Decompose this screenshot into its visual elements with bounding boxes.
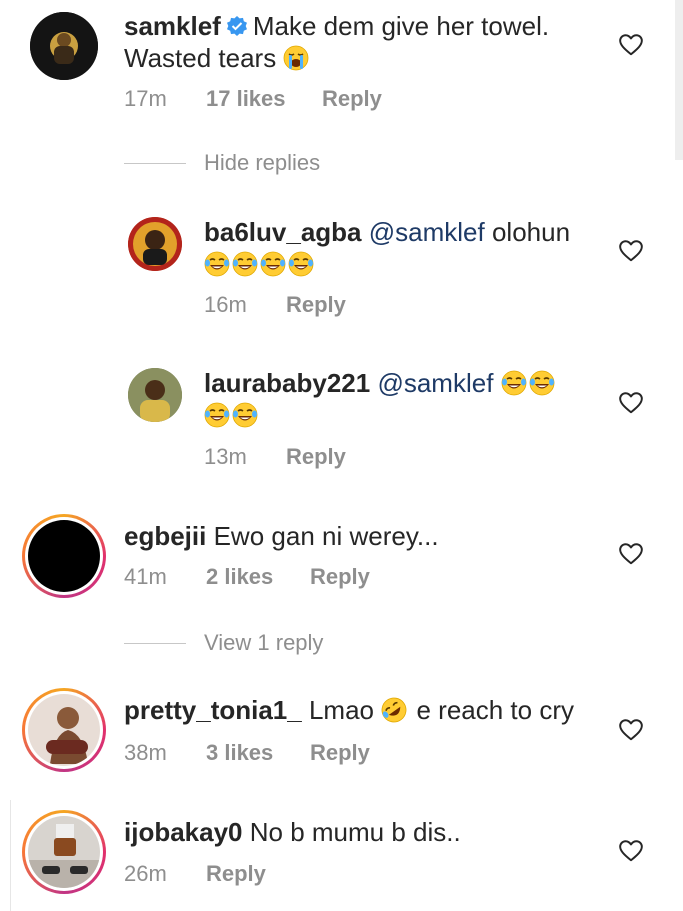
likes-count[interactable]: 2 likes (206, 564, 310, 590)
timestamp: 13m (204, 444, 247, 469)
timestamp: 26m (124, 861, 167, 886)
comment-text: e reach to cry (416, 695, 574, 725)
story-ring[interactable] (22, 810, 106, 894)
hide-replies-label: Hide replies (204, 150, 321, 175)
like-heart-icon[interactable] (618, 541, 644, 567)
username[interactable]: ba6luv_agba (204, 217, 362, 247)
rolling-on-floor-laughing-emoji-icon (381, 697, 407, 723)
avatar[interactable] (128, 217, 182, 271)
avatar[interactable] (30, 12, 98, 80)
tears-of-joy-emoji-icon (232, 402, 258, 428)
avatar (28, 694, 100, 766)
like-heart-icon[interactable] (618, 838, 644, 864)
tears-of-joy-emoji-icon (232, 251, 258, 277)
username[interactable]: samklef (124, 11, 221, 41)
username[interactable]: egbejii (124, 521, 206, 551)
tears-of-joy-emoji-icon (501, 370, 527, 396)
view-replies-label: View 1 reply (204, 630, 324, 655)
reply-button[interactable]: Reply (206, 861, 266, 887)
timestamp: 17m (124, 86, 167, 111)
tears-of-joy-emoji-icon (529, 370, 555, 396)
reply-button[interactable]: Reply (322, 86, 382, 112)
comment-text: No b mumu b dis.. (249, 817, 461, 847)
thread-divider (124, 642, 186, 644)
reply-button[interactable]: Reply (286, 444, 346, 470)
timestamp: 38m (124, 740, 167, 765)
story-ring[interactable] (22, 514, 106, 598)
likes-count[interactable]: 17 likes (206, 86, 322, 112)
username[interactable]: laurababy221 (204, 368, 370, 398)
mention-link[interactable]: @samklef (377, 368, 493, 398)
tears-of-joy-emoji-icon (204, 251, 230, 277)
like-heart-icon[interactable] (618, 32, 644, 58)
avatar (28, 520, 100, 592)
likes-count[interactable]: 3 likes (206, 740, 310, 766)
timestamp: 41m (124, 564, 167, 589)
username[interactable]: ijobakay0 (124, 817, 243, 847)
reply-button[interactable]: Reply (310, 564, 370, 590)
tears-of-joy-emoji-icon (260, 251, 286, 277)
view-replies-toggle[interactable]: View 1 reply (124, 630, 323, 656)
timestamp: 16m (204, 292, 247, 317)
scrollbar[interactable] (675, 0, 683, 160)
like-heart-icon[interactable] (618, 717, 644, 743)
thread-divider (124, 162, 186, 164)
reply-button[interactable]: Reply (310, 740, 370, 766)
like-heart-icon[interactable] (618, 390, 644, 416)
hide-replies-toggle[interactable]: Hide replies (124, 150, 320, 176)
username[interactable]: pretty_tonia1_ (124, 695, 302, 725)
reply-button[interactable]: Reply (286, 292, 346, 318)
left-edge-shadow (0, 800, 11, 911)
tears-of-joy-emoji-icon (288, 251, 314, 277)
verified-badge-icon (226, 16, 247, 36)
mention-link[interactable]: @samklef (369, 217, 485, 247)
comment-text: Ewo gan ni werey... (213, 521, 439, 551)
tears-of-joy-emoji-icon (204, 402, 230, 428)
avatar (28, 816, 100, 888)
avatar[interactable] (128, 368, 182, 422)
story-ring[interactable] (22, 688, 106, 772)
comment-text: Lmao (308, 695, 375, 725)
like-heart-icon[interactable] (618, 238, 644, 264)
comment-text: olohun (491, 217, 571, 247)
crying-face-emoji-icon (283, 45, 309, 71)
